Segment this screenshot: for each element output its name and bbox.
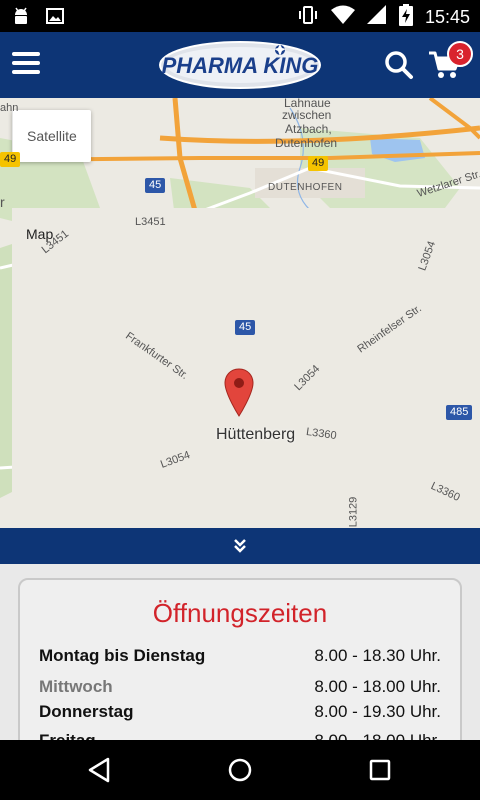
map-type-satellite-button[interactable]: Satellite [12, 110, 91, 162]
map-collapse-bar[interactable] [0, 528, 480, 564]
pharma-king-logo[interactable]: PHARMA KING [158, 40, 322, 90]
status-bar: 15:45 [0, 0, 480, 32]
android-icon [10, 5, 32, 32]
road-label-l3129: L3129 [347, 496, 360, 528]
opening-hours-title: Öffnungszeiten [152, 598, 328, 628]
system-nav-bar [0, 740, 480, 800]
battery-charging-icon [398, 4, 413, 31]
hours-time: 8.00 - 18.30 Uhr. [314, 646, 441, 665]
home-button[interactable] [224, 754, 256, 786]
home-icon [228, 758, 252, 782]
vibrate-icon [297, 4, 319, 31]
map-type-control: Map Satellite [12, 110, 480, 528]
map-label-dutenhofen: DUTENHOFEN [268, 182, 343, 193]
opening-hours-card: Öffnungszeiten Montag bis Dienstag 8.00 … [18, 578, 462, 740]
search-icon [385, 51, 413, 79]
hours-day: Freitag [39, 731, 96, 740]
content-area: Öffnungszeiten Montag bis Dienstag 8.00 … [0, 564, 480, 740]
image-icon [46, 7, 64, 30]
hours-row: Freitag 8.00 - 18.00 Uhr. [39, 731, 441, 740]
hours-time: 8.00 - 19.30 Uhr. [314, 702, 441, 721]
double-chevron-down-icon [234, 539, 246, 553]
search-button[interactable] [384, 50, 414, 80]
logo-text: PHARMA KING [162, 53, 319, 78]
app-screen: 15:45 PHARMA KING 3 Map Satellite Lahnau… [0, 0, 480, 800]
map-label-zwischen: zwischen [282, 108, 332, 122]
menu-button[interactable] [12, 52, 40, 76]
recents-icon [369, 759, 391, 781]
road-shield-45-a: 45 [145, 178, 166, 193]
location-pin-icon[interactable] [224, 368, 254, 418]
signal-icon [366, 5, 387, 30]
hours-row: Mittwoch 8.00 - 18.00 Uhr. [39, 677, 441, 699]
recents-button[interactable] [364, 754, 396, 786]
app-header: PHARMA KING [0, 32, 480, 98]
location-map[interactable]: Map Satellite Lahnaue zwischen Atzbach, … [0, 98, 480, 528]
wifi-icon [330, 5, 355, 30]
map-label-partial-ahn: ahn [0, 102, 19, 114]
hours-day: Mittwoch [39, 677, 113, 696]
road-label-l3451-b: L3451 [135, 216, 166, 228]
road-shield-49-b: 49 [308, 156, 329, 171]
map-label-dutenhofen-lake: Dutenhofen [275, 136, 338, 150]
road-shield-485: 485 [446, 405, 473, 420]
back-button[interactable] [84, 754, 116, 786]
back-icon [88, 757, 110, 783]
cart-count-badge[interactable]: 3 [447, 41, 473, 67]
map-label-partial-r: r [0, 194, 5, 210]
road-shield-49-a: 49 [0, 152, 21, 167]
menu-icon [12, 52, 40, 56]
map-label-huettenberg: Hüttenberg [216, 426, 296, 443]
hours-row: Montag bis Dienstag 8.00 - 18.30 Uhr. [39, 646, 441, 668]
hours-time: 8.00 - 18.00 Uhr. [314, 731, 441, 740]
hours-day: Montag bis Dienstag [39, 646, 206, 665]
status-time: 15:45 [424, 7, 470, 27]
map-label-atzbach: Atzbach, [285, 122, 332, 136]
hours-row: Donnerstag 8.00 - 19.30 Uhr. [39, 702, 441, 724]
hours-day: Donnerstag [39, 702, 134, 721]
road-shield-45-b: 45 [235, 320, 256, 335]
hours-time: 8.00 - 18.00 Uhr. [314, 677, 441, 696]
